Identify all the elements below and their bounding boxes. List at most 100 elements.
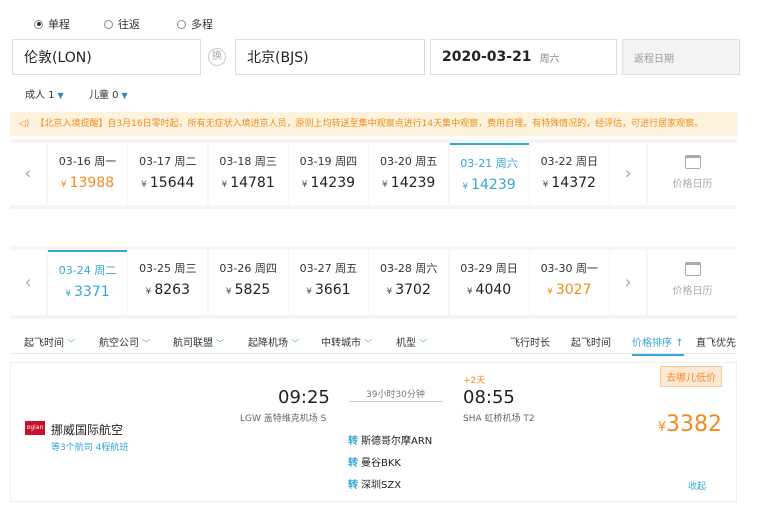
date-price-cell[interactable]: 03-26 周四 ¥5825 bbox=[208, 250, 288, 315]
date-label: 03-26 周四 bbox=[219, 262, 277, 275]
date-price: ¥3027 bbox=[547, 282, 592, 298]
adult-count-select[interactable]: 成人 1 ▼ bbox=[25, 86, 64, 101]
chevron-right-icon[interactable]: › bbox=[610, 143, 647, 205]
date-label: 03-17 周二 bbox=[139, 155, 197, 168]
sort-duration[interactable]: 飞行时长 bbox=[510, 334, 550, 349]
date-price: ¥14781 bbox=[221, 175, 275, 191]
filter-alliance[interactable]: 航司联盟 ﹀ bbox=[173, 334, 224, 349]
date-label: 03-22 周日 bbox=[540, 155, 599, 168]
plus-days: +2天 bbox=[463, 376, 486, 386]
child-count-label: 儿童 0 bbox=[89, 90, 119, 101]
date-price: ¥8263 bbox=[145, 282, 190, 298]
calendar-icon bbox=[684, 262, 701, 276]
trip-oneway-option[interactable]: 单程 bbox=[34, 16, 70, 32]
date-price: ¥13988 bbox=[60, 175, 115, 191]
radio-icon bbox=[34, 19, 43, 29]
date-label: 03-28 周六 bbox=[379, 262, 438, 275]
chevron-left-icon[interactable]: ‹ bbox=[10, 250, 46, 315]
date-price-cell[interactable]: 03-27 周五 ¥3661 bbox=[288, 250, 368, 315]
filter-aircraft[interactable]: 机型 ﹀ bbox=[396, 334, 427, 349]
date-price-cell[interactable]: 03-21 周六 ¥14239 bbox=[449, 143, 529, 205]
date-price: ¥3661 bbox=[306, 282, 351, 298]
chevron-right-icon[interactable]: › bbox=[610, 250, 647, 315]
date-label: 03-18 周三 bbox=[219, 155, 277, 168]
chevron-left-icon[interactable]: ‹ bbox=[10, 143, 46, 205]
radio-icon bbox=[177, 19, 186, 29]
arrive-airport: SHA 虹桥机场 T2 bbox=[463, 414, 535, 424]
airline-name: 挪威国际航空 bbox=[51, 423, 124, 437]
date-price-cell[interactable]: 03-25 周三 ¥8263 bbox=[128, 250, 208, 315]
sort-direct-first[interactable]: 直飞优先 bbox=[696, 334, 736, 349]
to-city-input[interactable]: 北京(BJS) bbox=[235, 39, 425, 75]
filter-bar: 起飞时间 ﹀ 航空公司 ﹀ 航司联盟 ﹀ 起降机场 ﹀ 中转城市 ﹀ 机型 ﹀ 飞行时长 起… bbox=[10, 327, 737, 356]
sort-price[interactable]: 价格排序 ↑ bbox=[632, 334, 684, 356]
depart-date-value: 2020-03-21 bbox=[442, 49, 532, 65]
date-price-cell[interactable]: 03-28 周六 ¥3702 bbox=[369, 250, 449, 315]
transfer-tag: 转 bbox=[348, 458, 358, 469]
trip-multi-option[interactable]: 多程 bbox=[177, 16, 213, 32]
calendar-icon bbox=[684, 155, 701, 169]
transfer-3: 转深圳SZX bbox=[348, 480, 402, 491]
entry-notice-banner: ◁) 【北京入境提醒】自3月16日零时起，所有无症状入境进京人员，原则上均转送至集… bbox=[10, 112, 737, 136]
date-price-cell[interactable]: 03-16 周一 ¥13988 bbox=[48, 143, 127, 205]
return-date-input[interactable]: 返程日期 bbox=[622, 39, 740, 75]
sort-depart-time[interactable]: 起飞时间 bbox=[571, 334, 611, 349]
arrive-time: 08:55 bbox=[463, 387, 515, 408]
date-price-cell[interactable]: 03-22 周日 ¥14372 bbox=[529, 143, 609, 205]
chevron-down-icon: ▼ bbox=[121, 91, 128, 100]
date-price-cell[interactable]: 03-24 周二 ¥3371 bbox=[48, 250, 127, 315]
transfer-tag: 转 bbox=[348, 480, 358, 491]
filter-airport[interactable]: 起降机场 ﹀ bbox=[248, 334, 299, 349]
flight-duration: 39小时30分钟 bbox=[366, 390, 425, 400]
date-label: 03-27 周五 bbox=[299, 262, 358, 275]
date-price-cell[interactable]: 03-30 周一 ¥3027 bbox=[529, 250, 609, 315]
filter-airline[interactable]: 航空公司 ﹀ bbox=[99, 334, 150, 349]
arrow-up-icon: ↑ bbox=[675, 338, 684, 349]
transfer-tag: 转 bbox=[348, 436, 358, 447]
to-city-value: 北京(BJS) bbox=[247, 50, 309, 66]
date-price: ¥3702 bbox=[386, 282, 431, 298]
trip-roundtrip-option[interactable]: 往返 bbox=[104, 16, 140, 32]
child-count-select[interactable]: 儿童 0 ▼ bbox=[89, 86, 128, 101]
collapse-link[interactable]: 收起 bbox=[688, 479, 706, 492]
depart-date-input[interactable]: 2020-03-21 周六 bbox=[430, 39, 617, 75]
chevron-down-icon: ﹀ bbox=[364, 339, 372, 348]
transfer-2: 转曼谷BKK bbox=[348, 458, 401, 469]
adult-count-label: 成人 1 bbox=[25, 90, 55, 101]
entry-notice-text: 【北京入境提醒】自3月16日零时起，所有无症状入境进京人员，原则上均转送至集中观… bbox=[35, 119, 704, 129]
date-price-cell[interactable]: 03-29 周日 ¥4040 bbox=[449, 250, 529, 315]
depart-weekday: 周六 bbox=[539, 53, 560, 65]
date-label: 03-30 周一 bbox=[540, 262, 599, 275]
date-price-cell[interactable]: 03-18 周三 ¥14781 bbox=[208, 143, 288, 205]
date-label: 03-25 周三 bbox=[139, 262, 197, 275]
date-price-cell[interactable]: 03-17 周二 ¥15644 bbox=[128, 143, 208, 205]
return-date-placeholder: 返程日期 bbox=[634, 53, 674, 65]
date-label: 03-21 周六 bbox=[460, 157, 518, 170]
date-label: 03-19 周四 bbox=[299, 155, 358, 168]
date-price-cell[interactable]: 03-19 周四 ¥14239 bbox=[288, 143, 368, 205]
from-city-input[interactable]: 伦敦(LON) bbox=[12, 39, 201, 75]
date-price: ¥14239 bbox=[382, 175, 436, 191]
date-price: ¥15644 bbox=[141, 175, 195, 191]
flight-result-card[interactable]: ogian 挪威国际航空 等3个航司 4程航班 09:25 LGW 盖特维克机场… bbox=[10, 362, 737, 502]
date-price: ¥14239 bbox=[462, 177, 516, 193]
low-price-badge: 去哪儿低价 bbox=[660, 366, 722, 387]
outbound-date-strip: ‹ 03-16 周一 ¥13988 03-17 周二 ¥15644 03-18 周三 ¥1… bbox=[10, 139, 737, 209]
airline-logo: ogian bbox=[25, 421, 45, 435]
chevron-down-icon: ﹀ bbox=[216, 339, 224, 348]
radio-icon bbox=[104, 19, 113, 29]
price-calendar-button[interactable]: 价格日历 bbox=[648, 143, 737, 205]
chevron-down-icon: ﹀ bbox=[419, 339, 427, 348]
swap-cities-button[interactable]: 换 bbox=[208, 48, 226, 66]
transfer-1: 转斯德哥尔摩ARN bbox=[348, 436, 433, 447]
speaker-icon: ◁) bbox=[19, 119, 30, 129]
from-city-value: 伦敦(LON) bbox=[24, 50, 92, 66]
airline-sub-link[interactable]: 等3个航司 4程航班 bbox=[51, 440, 128, 453]
date-price-cell[interactable]: 03-20 周五 ¥14239 bbox=[369, 143, 449, 205]
filter-transfer-city[interactable]: 中转城市 ﹀ bbox=[321, 334, 372, 349]
filter-depart-time[interactable]: 起飞时间 ﹀ bbox=[24, 334, 75, 349]
chevron-down-icon: ▼ bbox=[57, 91, 64, 100]
route-line bbox=[349, 401, 443, 402]
price-calendar-button[interactable]: 价格日历 bbox=[648, 250, 737, 315]
date-price: ¥4040 bbox=[466, 282, 512, 298]
